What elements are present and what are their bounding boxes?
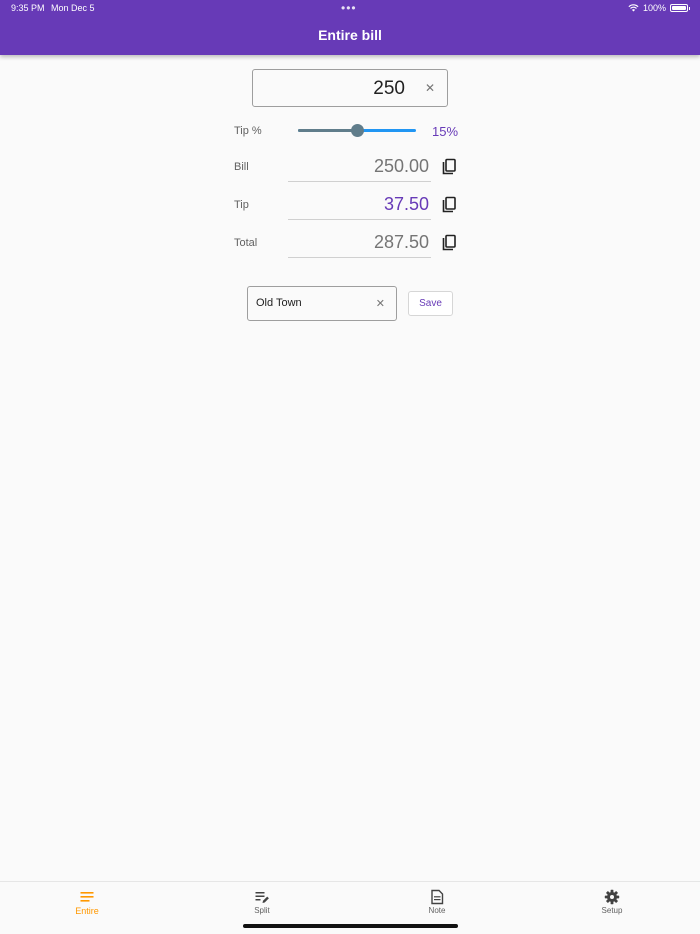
tip-value: 37.50: [383, 194, 429, 214]
copy-tip-icon[interactable]: [441, 196, 457, 214]
tip-percent-value: 15%: [432, 124, 459, 139]
bill-value: 250.00: [373, 156, 429, 176]
tip-slider-thumb[interactable]: [351, 124, 364, 137]
battery-percent: 100%: [642, 3, 666, 13]
gear-icon: [604, 889, 620, 905]
wifi-icon: [628, 4, 639, 12]
nav-label-entire: Entire: [75, 906, 99, 916]
clear-location-icon[interactable]: ✕: [376, 297, 385, 310]
home-indicator: [243, 924, 458, 928]
battery-icon: [670, 4, 690, 12]
nav-label-setup: Setup: [601, 906, 623, 915]
bill-label: Bill: [234, 161, 249, 173]
total-label: Total: [234, 237, 258, 249]
tip-underline: [288, 219, 431, 220]
note-icon: [431, 889, 444, 905]
tip-percent-label: Tip %: [234, 125, 262, 137]
copy-total-icon[interactable]: [441, 234, 457, 252]
clear-amount-icon[interactable]: ✕: [425, 81, 435, 95]
multitasking-dots-icon[interactable]: •••: [341, 1, 357, 15]
bill-underline: [288, 181, 431, 182]
total-underline: [288, 257, 431, 258]
save-button[interactable]: Save: [408, 291, 453, 316]
tip-slider[interactable]: [298, 124, 416, 137]
bill-amount-input[interactable]: 250 ✕: [252, 69, 448, 107]
nav-item-note[interactable]: Note: [397, 882, 477, 922]
nav-item-entire[interactable]: Entire: [47, 882, 127, 922]
status-right: 100%: [628, 3, 690, 13]
total-value: 287.50: [373, 232, 429, 252]
copy-bill-icon[interactable]: [441, 158, 457, 176]
tip-label: Tip: [234, 199, 249, 211]
status-time: 9:35 PM: [11, 3, 45, 13]
status-date: Mon Dec 5: [51, 3, 95, 13]
tip-slider-active-track: [298, 129, 357, 132]
nav-label-note: Note: [428, 906, 446, 915]
app-bar: 9:35 PM Mon Dec 5 ••• 100% Entire bill: [0, 0, 700, 55]
location-value[interactable]: Old Town: [256, 297, 302, 309]
lines-icon: [80, 892, 94, 902]
page-title: Entire bill: [318, 27, 382, 43]
nav-item-split[interactable]: Split: [222, 882, 302, 922]
nav-item-setup[interactable]: Setup: [572, 882, 652, 922]
location-input[interactable]: Old Town ✕: [247, 286, 397, 321]
edit-list-icon: [255, 892, 269, 903]
bill-amount-value[interactable]: 250: [373, 78, 405, 100]
nav-label-split: Split: [254, 906, 270, 915]
